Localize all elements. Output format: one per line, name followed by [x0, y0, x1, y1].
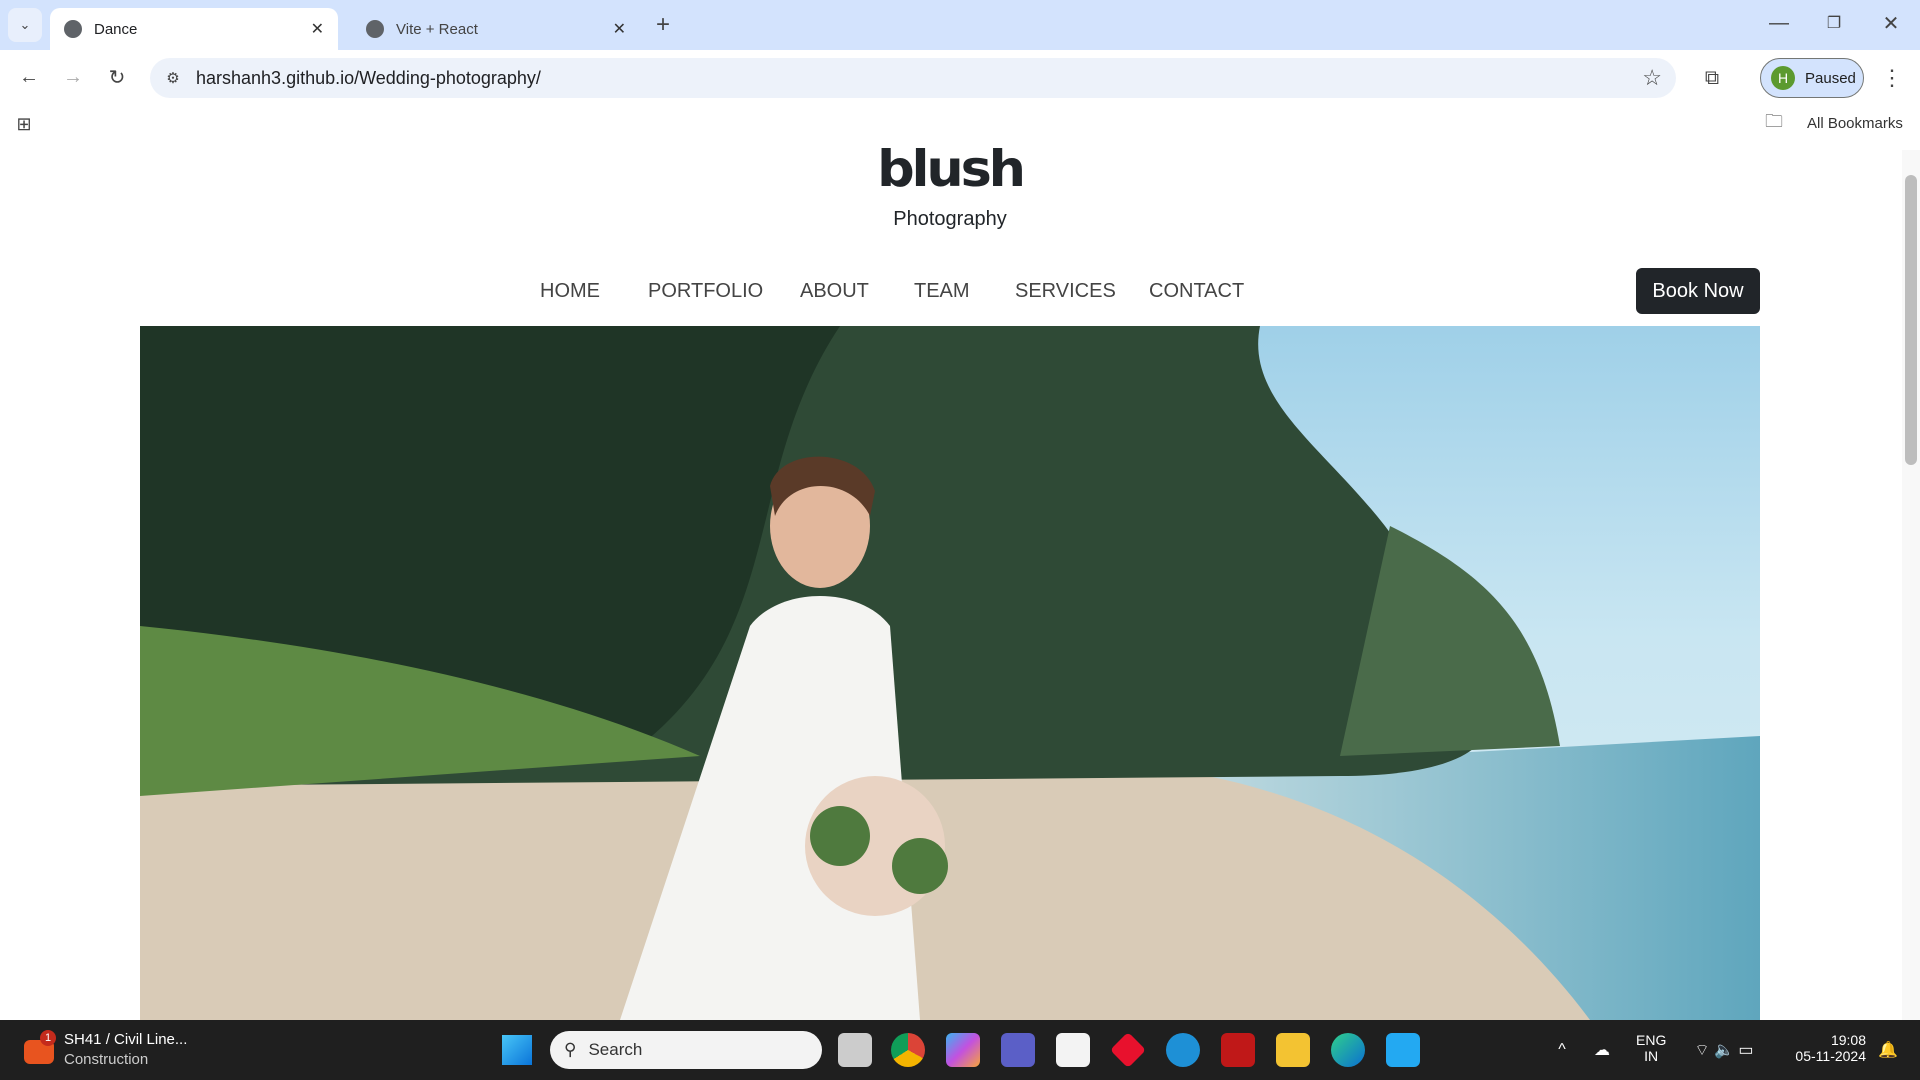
teams-icon[interactable] — [1001, 1033, 1035, 1067]
book-now-button[interactable]: Book Now — [1636, 268, 1760, 314]
extensions-icon[interactable]: ⧉ — [1697, 63, 1727, 93]
new-tab-icon[interactable]: + — [650, 10, 676, 40]
hero-image — [140, 326, 1760, 1020]
bookmark-star-icon[interactable]: ☆ — [1642, 65, 1662, 91]
anydesk-icon[interactable] — [1109, 1031, 1147, 1069]
globe-icon — [366, 20, 384, 38]
tab-dance[interactable]: Dance ✕ — [50, 8, 338, 50]
tab-title: Vite + React — [396, 20, 478, 38]
tab-title: Dance — [94, 20, 138, 38]
wifi-volume-battery-icons[interactable]: ⌔ 🔈 ▭ — [1684, 1036, 1764, 1064]
search-placeholder: Search — [588, 1040, 643, 1059]
site-info-icon[interactable]: ⚙ — [158, 69, 188, 87]
show-hidden-icons[interactable]: ^ — [1550, 1036, 1574, 1064]
nav-about[interactable]: ABOUT — [800, 280, 869, 303]
weather-subtitle: Construction — [64, 1051, 149, 1068]
copilot-icon[interactable] — [946, 1033, 980, 1067]
restore-icon[interactable]: ❐ — [1819, 8, 1849, 38]
help-icon[interactable] — [1166, 1033, 1200, 1067]
time: 19:08 — [1830, 1032, 1866, 1048]
close-tab-icon[interactable]: ✕ — [311, 19, 324, 39]
scrollbar-thumb[interactable] — [1905, 175, 1917, 465]
taskbar: 1 SH41 / Civil Line... Construction ⚲ Se… — [0, 1020, 1920, 1080]
minimize-icon[interactable]: — — [1764, 8, 1794, 38]
site-logo[interactable]: blush — [0, 140, 1920, 198]
search-icon: ⚲ — [564, 1040, 577, 1059]
region-code: IN — [1644, 1048, 1659, 1064]
chrome-icon[interactable] — [891, 1033, 925, 1067]
nav-portfolio[interactable]: PORTFOLIO — [648, 280, 763, 303]
date: 05-11-2024 — [1795, 1048, 1866, 1064]
all-bookmarks[interactable]: All Bookmarks — [1807, 115, 1903, 132]
profile-label: Paused — [1805, 69, 1856, 87]
language-indicator[interactable]: ENG IN — [1636, 1032, 1666, 1064]
apps-grid-icon[interactable]: ⊞ — [12, 112, 36, 136]
profile-button[interactable]: H Paused — [1760, 58, 1864, 98]
file-explorer-icon[interactable] — [1276, 1033, 1310, 1067]
back-icon[interactable]: ← — [14, 62, 44, 92]
store-icon[interactable] — [1056, 1033, 1090, 1067]
tab-vite-react[interactable]: Vite + React ✕ — [352, 8, 640, 50]
edge-icon[interactable] — [1331, 1033, 1365, 1067]
clock[interactable]: 19:08 05-11-2024 — [1786, 1032, 1866, 1064]
mcafee-icon[interactable] — [1221, 1033, 1255, 1067]
folder-icon: 🗀 — [1765, 111, 1783, 131]
reload-icon[interactable]: ↻ — [102, 62, 132, 92]
tab-strip: ⌄ Dance ✕ Vite + React ✕ + — ❐ ✕ — [0, 0, 1920, 50]
weather-badge: 1 — [40, 1030, 56, 1046]
tab-search-chevron-icon[interactable]: ⌄ — [8, 8, 42, 42]
onedrive-icon[interactable]: ☁ — [1590, 1036, 1614, 1064]
bride-beach-photo — [140, 326, 1760, 1020]
nav-services[interactable]: SERVICES — [1015, 280, 1116, 303]
task-view-icon[interactable] — [838, 1033, 872, 1067]
notifications-icon[interactable]: 🔔 — [1876, 1036, 1900, 1064]
taskbar-search[interactable]: ⚲ Search — [550, 1031, 822, 1069]
globe-icon — [64, 20, 82, 38]
windows-start-icon[interactable] — [502, 1035, 532, 1065]
address-bar[interactable]: ⚙ harshanh3.github.io/Wedding-photograph… — [150, 58, 1676, 98]
close-window-icon[interactable]: ✕ — [1876, 8, 1906, 38]
nav-team[interactable]: TEAM — [914, 280, 970, 303]
close-tab-icon[interactable]: ✕ — [613, 19, 626, 39]
weather-title[interactable]: SH41 / Civil Line... — [64, 1031, 187, 1048]
menu-kebab-icon[interactable]: ⋮ — [1880, 63, 1904, 93]
site-tagline: Photography — [893, 208, 1007, 230]
vscode-icon[interactable] — [1386, 1033, 1420, 1067]
nav-contact[interactable]: CONTACT — [1149, 280, 1244, 303]
lang-code: ENG — [1636, 1032, 1667, 1048]
url-text[interactable]: harshanh3.github.io/Wedding-photography/ — [196, 68, 541, 89]
nav-home[interactable]: HOME — [540, 280, 600, 303]
avatar: H — [1771, 66, 1795, 90]
forward-icon[interactable]: → — [58, 62, 88, 92]
